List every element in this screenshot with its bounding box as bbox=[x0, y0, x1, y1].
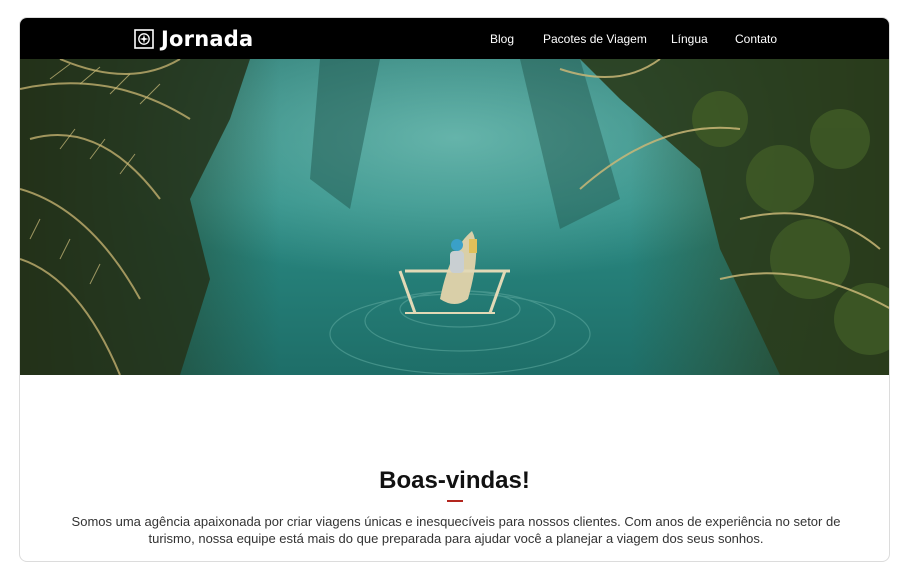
page-container: Jornada Blog Pacotes de Viagem Língua Co… bbox=[19, 17, 890, 562]
top-navbar: Jornada Blog Pacotes de Viagem Língua Co… bbox=[20, 18, 889, 59]
nav-menu: Blog Pacotes de Viagem Língua Contato bbox=[20, 18, 889, 59]
welcome-heading: Boas-vindas! bbox=[379, 467, 530, 494]
hero-banner bbox=[20, 59, 889, 375]
nav-link-language[interactable]: Língua bbox=[671, 32, 708, 46]
nav-link-packages[interactable]: Pacotes de Viagem bbox=[543, 32, 647, 46]
heading-accent-rule bbox=[447, 500, 463, 502]
hero-image bbox=[20, 59, 889, 375]
nav-link-contact[interactable]: Contato bbox=[735, 32, 777, 46]
nav-link-blog[interactable]: Blog bbox=[490, 32, 514, 46]
welcome-paragraph: Somos uma agência apaixonada por criar v… bbox=[71, 514, 841, 546]
